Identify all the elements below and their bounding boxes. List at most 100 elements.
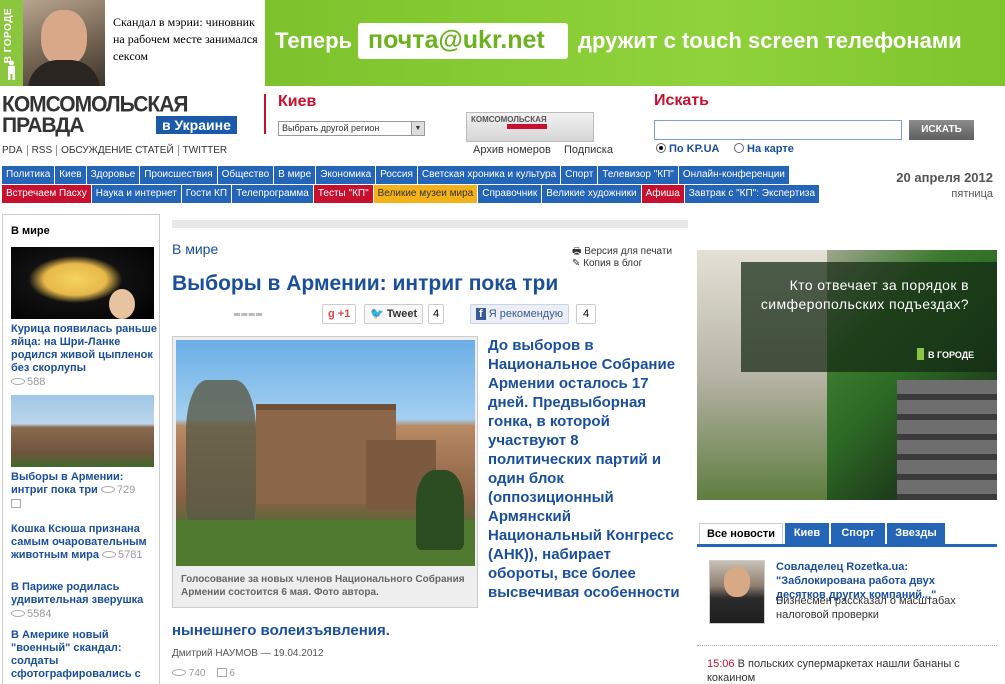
article-photo[interactable]: Голосование за новых членов Национальног… [172,336,478,608]
news-thumbnail[interactable] [11,395,154,467]
chevron-down-icon: ▼ [411,122,424,135]
region-select[interactable]: Выбрать другой регион ▼ [278,121,425,136]
nav-row-2: Встречаем Пасху Наука и интернет Гости К… [2,185,868,203]
top-news-photo[interactable] [23,0,105,86]
article-meta: 740 6 [172,668,235,679]
nav-item[interactable]: В мире [274,166,316,184]
vgorode-strip[interactable]: В ГОРОДЕ [0,0,23,86]
facebook-count: 4 [576,304,596,324]
news-thumbnail[interactable] [11,247,154,319]
nav-item[interactable]: Встречаем Пасху [2,185,91,203]
nav-item[interactable]: Россия [376,166,417,184]
tab-kiev[interactable]: Киев [785,523,829,544]
gplus-icon: g [328,308,335,320]
news-title[interactable]: В Америке новый "военный" скандал: солда… [11,629,157,684]
news-meta: 729 [100,484,135,496]
news-title[interactable]: Курица появилась раньше яйца: на Шри-Лан… [11,323,157,375]
search-option-kp-label: По KP.UA [669,143,720,155]
photo-caption: Голосование за новых членов Национальног… [181,574,465,598]
search-option-kp[interactable]: По KP.UA [656,143,720,155]
news-feed-text: В польских супермаркетах нашли бананы с … [707,658,960,684]
site-logo[interactable]: КОМСОМОЛЬСКАЯ ПРАВДА в Украине [2,92,252,138]
eye-icon [172,669,186,676]
newspaper-cover-title: КОМСОМОЛЬСКАЯ [471,115,547,124]
logo-line1: КОМСОМОЛЬСКАЯ [2,92,188,117]
nav-item[interactable]: Тесты "КП" [313,185,373,203]
gplus-label: +1 [337,308,351,320]
twitter-bird-icon: 🐦 [370,308,384,320]
top-news-link[interactable]: Скандал в мэрии: чиновник на рабочем мес… [113,14,263,65]
tweet-button[interactable]: 🐦 Tweet [364,304,424,324]
ukr-net-banner[interactable]: Теперь почта@ukr.net дружит с touch scre… [265,0,1005,86]
news-title[interactable]: Выборы в Армении: интриг пока три 729 [11,471,157,497]
featured-news-image[interactable] [709,560,765,624]
radio-unchecked-icon [734,143,744,153]
nav-item[interactable]: Телепрограмма [232,185,313,203]
nav-item[interactable]: Наука и интернет [91,185,181,203]
article-views: 740 [188,668,206,679]
nav-item[interactable]: Экономика [316,166,376,184]
nav-item[interactable]: Великие музеи мира [373,185,478,203]
search-input[interactable] [654,120,902,140]
nav-item[interactable]: Спорт [561,166,598,184]
nav-item[interactable]: Киев [55,166,86,184]
tab-all-news[interactable]: Все новости [699,523,783,544]
banner-text-before: Теперь [275,28,353,53]
left-column-heading: В мире [11,225,50,237]
nav-item[interactable]: Происшествия [140,166,217,184]
quick-link-pda[interactable]: PDA [2,145,28,156]
city-title[interactable]: Киев [278,93,316,111]
comment-icon [11,499,21,508]
list-item[interactable]: Курица появилась раньше яйца: на Шри-Лан… [11,247,157,388]
nav-item[interactable]: Телевизор "КП" [598,166,678,184]
nav-item[interactable]: Завтрак с "КП": Экспертиза [684,185,820,203]
search-option-map[interactable]: На карте [734,143,794,155]
news-meta [11,498,157,510]
news-meta: 5584 [11,608,157,620]
tab-sport[interactable]: Спорт [831,523,885,544]
list-item[interactable]: В Париже родилась удивительная зверушка … [11,577,157,620]
ad-question: Кто отвечает за порядок в симферопольски… [760,277,969,312]
nav-item[interactable]: Справочник [478,185,542,203]
printer-icon: 🖶 [572,246,582,257]
nav-item[interactable]: Общество [217,166,274,184]
quick-link-rss[interactable]: RSS [27,145,58,156]
blog-link[interactable]: ✎ Копия в блог [572,258,642,269]
nav-item[interactable]: Гости КП [181,185,232,203]
vgorode-ad-banner[interactable]: Кто отвечает за порядок в симферопольски… [697,250,997,500]
region-select-value: Выбрать другой регион [282,123,380,133]
newspaper-cover-image[interactable]: КОМСОМОЛЬСКАЯ [466,112,594,142]
top-strip: В ГОРОДЕ Скандал в мэрии: чиновник на ра… [0,0,1005,86]
subscribe-link[interactable]: Подписка [564,144,613,156]
news-feed-item[interactable]: 15:06 В польских супермаркетах нашли бан… [707,657,987,684]
nav-item[interactable]: Онлайн-конференции [678,166,789,184]
blog-link-label: Копия в блог [583,258,643,269]
parliament-building-image [176,340,475,566]
news-title[interactable]: Кошка Ксюша признана самым очаровательны… [11,523,157,562]
facebook-recommend-button[interactable]: f Я рекомендую [470,304,569,324]
article-rubric[interactable]: В мире [172,241,218,257]
nav-item[interactable]: Здоровье [86,166,140,184]
archive-link[interactable]: Архив номеров [473,144,551,156]
article-comments[interactable]: 6 [229,668,235,679]
news-title[interactable]: В Париже родилась удивительная зверушка [11,581,157,607]
featured-news-text: Бизнесмен рассказал о масштабах налогово… [776,595,956,621]
list-item[interactable]: В Америке новый "военный" скандал: солда… [11,625,157,684]
gplus-button[interactable]: g +1 [322,304,357,324]
news-tabs: Все новости Киев Спорт Звезды [697,523,997,547]
nav-item[interactable]: Афиша [641,185,684,203]
quick-link-twitter[interactable]: TWITTER [179,145,231,156]
quick-link-discussion[interactable]: ОБСУЖДЕНИЕ СТАТЕЙ [57,145,179,156]
eye-icon [100,486,115,493]
ad-brand-label: В ГОРОДЕ [928,350,975,360]
tab-stars[interactable]: Звезды [887,523,945,544]
search-button[interactable]: ИСКАТЬ [909,120,974,140]
nav-item[interactable]: Великие художники [542,185,641,203]
nav-item[interactable]: Политика [2,166,55,184]
little-man-icon [917,348,924,360]
current-weekday: пятница [951,188,993,200]
nav-item[interactable]: Светская хроника и культура [417,166,561,184]
list-item[interactable]: Кошка Ксюша признана самым очаровательны… [11,519,157,562]
main-nav: Политика Киев Здоровье Происшествия Обще… [2,166,868,204]
list-item[interactable]: Выборы в Армении: интриг пока три 729 [11,395,157,510]
